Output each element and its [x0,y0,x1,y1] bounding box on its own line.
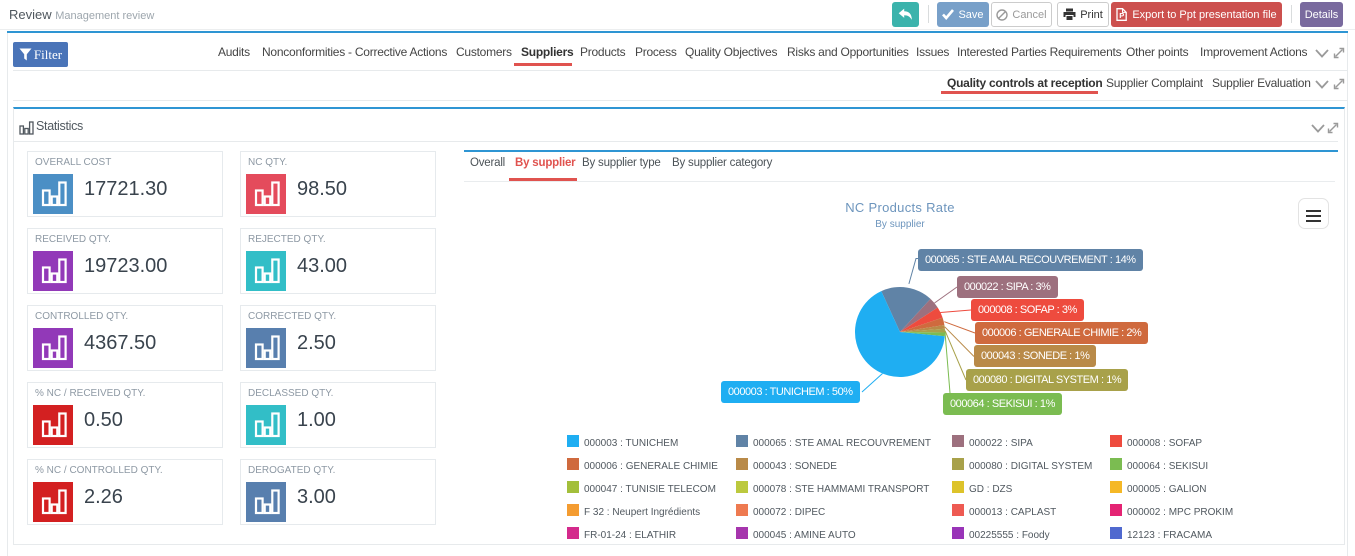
svg-text:P: P [1120,11,1125,20]
